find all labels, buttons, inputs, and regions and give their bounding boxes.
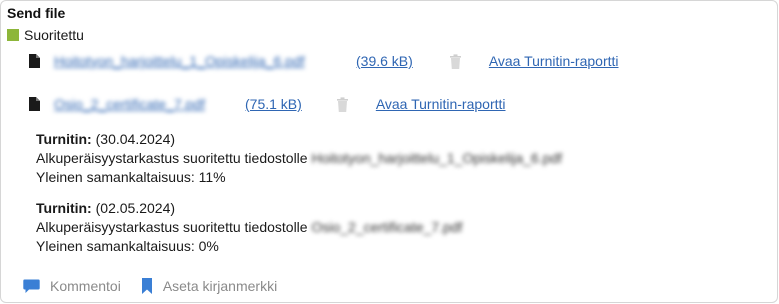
status-label: Suoritettu (24, 27, 84, 43)
action-bar: Kommentoi Aseta kirjanmerkki (23, 278, 297, 294)
turnitin-check-line: Alkuperäisyystarkastus suoritettu tiedos… (36, 149, 562, 168)
status-square-icon (7, 29, 19, 41)
turnitin-header: Turnitin: (30.04.2024) (36, 130, 562, 149)
turnitin-date: (30.04.2024) (95, 131, 176, 147)
turnitin-result: Turnitin: (30.04.2024) Alkuperäisyystark… (36, 130, 562, 187)
turnitin-file-name: Osio_2_certificate_7.pdf (311, 219, 463, 235)
comment-icon (23, 279, 40, 293)
file-icon (29, 54, 40, 68)
turnitin-date: (02.05.2024) (95, 200, 176, 216)
turnitin-heading: Turnitin: (36, 200, 92, 216)
trash-icon[interactable] (449, 53, 462, 69)
submission-card: Send file Suoritettu Hoitotyon_harjoitte… (0, 0, 778, 303)
turnitin-check-line: Alkuperäisyystarkastus suoritettu tiedos… (36, 218, 462, 237)
turnitin-similarity: Yleinen samankaltaisuus: 11% (36, 169, 226, 185)
file-size-link[interactable]: (39.6 kB) (356, 53, 413, 69)
turnitin-check-text: Alkuperäisyystarkastus suoritettu tiedos… (36, 219, 308, 235)
status-row: Suoritettu (7, 27, 84, 43)
turnitin-header: Turnitin: (02.05.2024) (36, 199, 462, 218)
turnitin-file-name: Hoitotyon_harjoittelu_1_Opiskelija_6.pdf (311, 150, 563, 166)
file-icon (29, 97, 40, 111)
panel-title: Send file (7, 5, 66, 21)
file-name-link[interactable]: Hoitotyon_harjoittelu_1_Opiskelija_6.pdf (54, 53, 354, 69)
open-turnitin-report-link[interactable]: Avaa Turnitin-raportti (376, 96, 506, 112)
turnitin-similarity: Yleinen samankaltaisuus: 0% (36, 238, 219, 254)
file-size-link[interactable]: (75.1 kB) (245, 96, 302, 112)
turnitin-check-text: Alkuperäisyystarkastus suoritettu tiedos… (36, 150, 308, 166)
comment-button[interactable]: Kommentoi (23, 278, 121, 294)
bookmark-button[interactable]: Aseta kirjanmerkki (141, 278, 277, 294)
file-row: Hoitotyon_harjoittelu_1_Opiskelija_6.pdf… (29, 53, 619, 69)
comment-label: Kommentoi (50, 278, 121, 294)
bookmark-label: Aseta kirjanmerkki (162, 278, 278, 294)
file-row: Osio_2_certificate_7.pdf (75.1 kB) Avaa … (29, 96, 506, 112)
file-name-link[interactable]: Osio_2_certificate_7.pdf (54, 96, 243, 112)
bookmark-icon (141, 278, 152, 294)
trash-icon[interactable] (336, 96, 349, 112)
turnitin-result: Turnitin: (02.05.2024) Alkuperäisyystark… (36, 199, 462, 256)
open-turnitin-report-link[interactable]: Avaa Turnitin-raportti (489, 53, 619, 69)
turnitin-heading: Turnitin: (36, 131, 92, 147)
